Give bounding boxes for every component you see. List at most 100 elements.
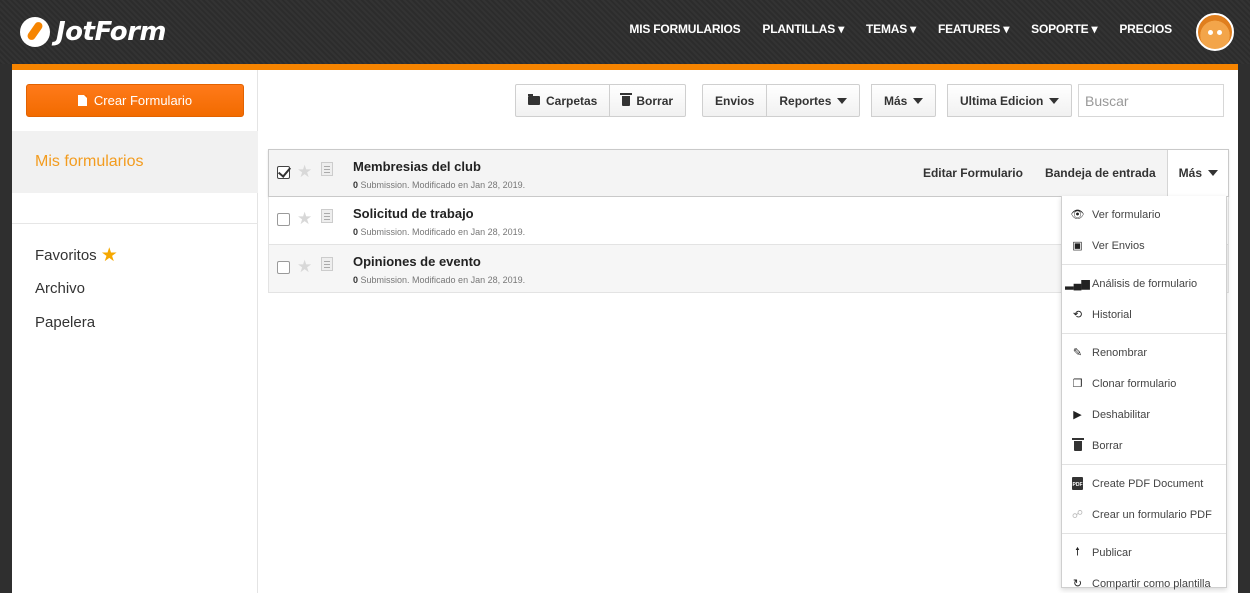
- acrobat-icon: ☍: [1071, 509, 1084, 521]
- menu-group-share: 🠕 Publicar ↻ Compartir como plantilla: [1062, 534, 1226, 593]
- favorite-star-icon[interactable]: ★: [297, 162, 312, 182]
- menu-item-label: Ver Envios: [1092, 239, 1145, 252]
- row-checkbox[interactable]: [277, 166, 290, 179]
- form-title[interactable]: Membresias del club: [353, 159, 481, 174]
- menu-item-label: Create PDF Document: [1092, 477, 1204, 490]
- caret-down-icon: [1208, 170, 1218, 176]
- form-thumbnail-icon: [321, 209, 333, 223]
- main-nav: MIS FORMULARIOS PLANTILLAS ▾ TEMAS ▾ FEA…: [629, 22, 1172, 36]
- nav-temas[interactable]: TEMAS ▾: [866, 22, 916, 36]
- menu-group-analytics: ▂▄▆ Análisis de formulario ⟲ Historial: [1062, 265, 1226, 334]
- form-row[interactable]: ★ Membresias del club 0 Submission. Modi…: [268, 149, 1229, 197]
- mas-button[interactable]: Más: [871, 84, 937, 117]
- inbox-button[interactable]: Bandeja de entrada: [1034, 166, 1167, 180]
- menu-item-historial[interactable]: ⟲ Historial: [1062, 299, 1226, 330]
- menu-item-label: Borrar: [1092, 439, 1123, 452]
- edit-form-button[interactable]: Editar Formulario: [912, 166, 1034, 180]
- pdf-badge: PDF: [1072, 477, 1083, 490]
- nav-mis-formularios[interactable]: MIS FORMULARIOS: [629, 22, 740, 36]
- form-meta: 0 Submission. Modificado en Jan 28, 2019…: [353, 275, 525, 285]
- nav-features[interactable]: FEATURES ▾: [938, 22, 1009, 36]
- menu-item-crear-pdf-form[interactable]: ☍ Crear un formulario PDF: [1062, 499, 1226, 530]
- envios-button[interactable]: Envios: [702, 84, 768, 117]
- sort-label: Ultima Edicion: [960, 93, 1044, 108]
- trash-icon: [620, 92, 633, 106]
- menu-item-compartir[interactable]: ↻ Compartir como plantilla: [1062, 568, 1226, 593]
- carpetas-label: Carpetas: [546, 93, 598, 108]
- jotform-logo-icon: [20, 17, 50, 47]
- search-input[interactable]: [1078, 84, 1224, 117]
- bar-chart-icon: ▂▄▆: [1065, 278, 1090, 290]
- eye-icon: 👁: [1070, 209, 1085, 221]
- sidebar-item-label: Favoritos: [35, 247, 97, 264]
- favorite-star-icon[interactable]: ★: [297, 257, 312, 277]
- logo-text: JotForm: [56, 17, 166, 47]
- sidebar-item-mis-formularios[interactable]: Mis formularios: [12, 131, 258, 193]
- copy-icon: ❐: [1072, 378, 1083, 390]
- star-icon: ★: [100, 245, 118, 266]
- menu-group-view: 👁 Ver formulario ▣ Ver Envios: [1062, 196, 1226, 265]
- menu-item-ver-envios[interactable]: ▣ Ver Envios: [1062, 230, 1226, 261]
- reportes-label: Reportes: [779, 93, 832, 108]
- form-title[interactable]: Solicitud de trabajo: [353, 206, 474, 221]
- form-meta-text: Submission. Modificado en Jan 28, 2019.: [358, 180, 526, 190]
- nav-precios[interactable]: PRECIOS: [1119, 22, 1172, 36]
- menu-item-label: Compartir como plantilla: [1092, 577, 1211, 590]
- upload-arrow-icon: 🠕: [1075, 546, 1080, 558]
- app-frame: Crear Formulario Mis formularios Favorit…: [12, 64, 1238, 593]
- mas-label: Más: [884, 93, 908, 108]
- sidebar-item-papelera[interactable]: Papelera: [35, 314, 95, 331]
- reportes-button[interactable]: Reportes: [767, 84, 861, 117]
- menu-item-create-pdf[interactable]: PDF Create PDF Document: [1062, 468, 1226, 499]
- sidebar-item-archivo[interactable]: Archivo: [35, 280, 85, 297]
- borrar-button[interactable]: Borrar: [610, 84, 687, 117]
- menu-item-deshabilitar[interactable]: ▶ Deshabilitar: [1062, 399, 1226, 430]
- jotform-logo[interactable]: JotForm: [20, 14, 166, 50]
- user-avatar[interactable]: [1196, 13, 1234, 51]
- nav-soporte[interactable]: SOPORTE ▾: [1031, 22, 1097, 36]
- menu-item-renombrar[interactable]: ✎ Renombrar: [1062, 337, 1226, 368]
- caret-down-icon: [837, 97, 848, 104]
- history-icon: ⟲: [1072, 309, 1083, 321]
- menu-group-pdf: PDF Create PDF Document ☍ Crear un formu…: [1062, 465, 1226, 534]
- row-checkbox[interactable]: [277, 213, 290, 226]
- form-meta-text: Submission. Modificado en Jan 28, 2019.: [358, 275, 526, 285]
- sort-dropdown[interactable]: Ultima Edicion: [947, 84, 1073, 117]
- folder-icon: [528, 94, 540, 105]
- sidebar-divider: [12, 223, 258, 224]
- borrar-label: Borrar: [636, 93, 674, 108]
- pdf-icon: PDF: [1071, 477, 1084, 490]
- row-actions: Editar Formulario Bandeja de entrada Más: [912, 150, 1228, 196]
- toolbar-group-more: Más: [871, 84, 937, 117]
- carpetas-button[interactable]: Carpetas: [515, 84, 611, 117]
- menu-item-label: Análisis de formulario: [1092, 277, 1198, 290]
- nav-plantillas[interactable]: PLANTILLAS ▾: [762, 22, 844, 36]
- menu-item-label: Ver formulario: [1092, 208, 1161, 221]
- menu-item-ver-formulario[interactable]: 👁 Ver formulario: [1062, 199, 1226, 230]
- create-form-label: Crear Formulario: [93, 93, 193, 108]
- form-thumbnail-icon: [321, 162, 333, 176]
- favorite-star-icon[interactable]: ★: [297, 209, 312, 229]
- caret-down-icon: [913, 97, 924, 104]
- menu-item-clonar[interactable]: ❐ Clonar formulario: [1062, 368, 1226, 399]
- play-icon: ▶: [1073, 409, 1082, 421]
- share-template-icon: ↻: [1072, 578, 1083, 590]
- sidebar-item-label: Papelera: [35, 314, 96, 331]
- menu-item-analisis[interactable]: ▂▄▆ Análisis de formulario: [1062, 268, 1226, 299]
- trash-icon: [1071, 437, 1084, 452]
- menu-item-label: Crear un formulario PDF: [1092, 508, 1212, 521]
- menu-item-label: Historial: [1092, 308, 1132, 321]
- sidebar-item-label: Archivo: [35, 280, 86, 297]
- toolbar-group-folders: Carpetas Borrar: [515, 84, 687, 117]
- menu-item-publicar[interactable]: 🠕 Publicar: [1062, 537, 1226, 568]
- toolbar-group-data: Envios Reportes: [702, 84, 861, 117]
- row-more-button[interactable]: Más: [1166, 150, 1228, 196]
- form-meta: 0 Submission. Modificado en Jan 28, 2019…: [353, 227, 525, 237]
- document-icon: [77, 95, 87, 106]
- create-form-button[interactable]: Crear Formulario: [26, 84, 244, 117]
- sidebar-item-favoritos[interactable]: Favoritos ★: [35, 246, 118, 265]
- row-checkbox[interactable]: [277, 261, 290, 274]
- form-title[interactable]: Opiniones de evento: [353, 254, 481, 269]
- form-thumbnail-icon: [321, 257, 333, 271]
- menu-item-borrar[interactable]: Borrar: [1062, 430, 1226, 461]
